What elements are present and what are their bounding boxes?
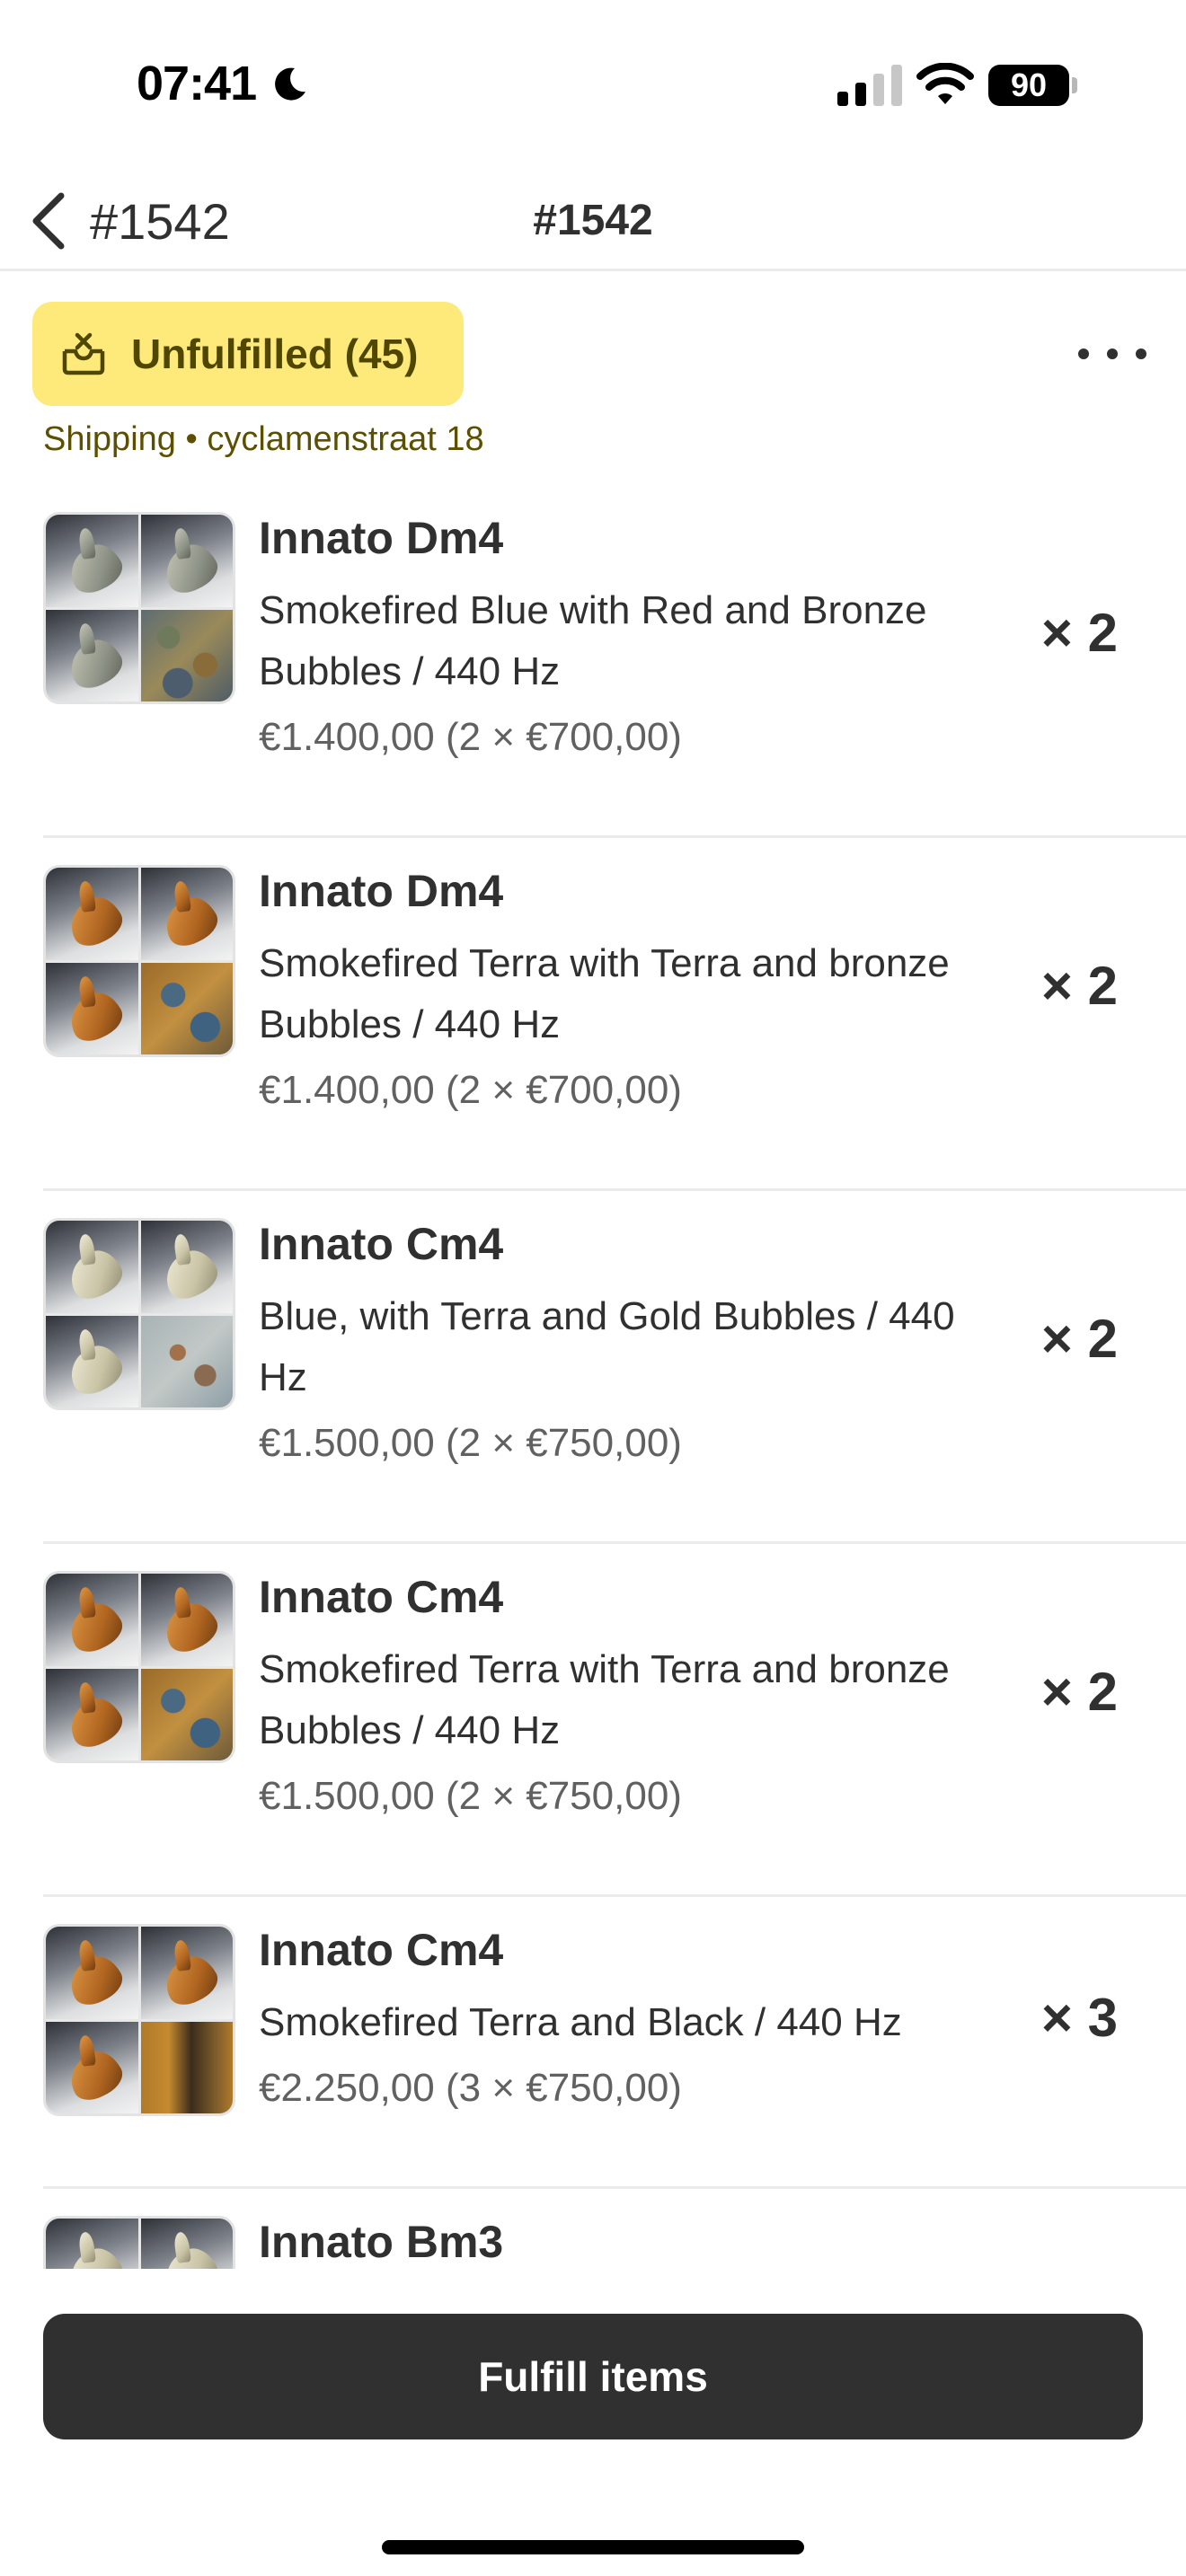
- line-item-price: €1.400,00 (2 × €700,00): [259, 715, 682, 759]
- line-item-price: €2.250,00 (3 × €750,00): [259, 2066, 682, 2110]
- line-item-price: €1.400,00 (2 × €700,00): [259, 1068, 682, 1112]
- status-badge: Unfulfilled (45): [32, 302, 464, 406]
- line-item-title: Innato Bm3: [259, 2217, 504, 2267]
- home-indicator[interactable]: [382, 2540, 804, 2554]
- fulfill-items-button[interactable]: Fulfill items: [43, 2314, 1143, 2439]
- product-thumbnail: [43, 865, 235, 1057]
- status-bar: 07:41 90: [0, 0, 1186, 171]
- chevron-left-icon: [32, 192, 65, 250]
- line-item[interactable]: Innato Cm4 Smokefired Terra with Terra an…: [0, 1544, 1186, 1897]
- more-options-button[interactable]: [1078, 334, 1146, 374]
- cellular-signal-icon: [837, 65, 902, 106]
- line-item-title: Innato Cm4: [259, 1219, 504, 1269]
- line-item-title: Innato Dm4: [259, 866, 504, 916]
- moon-icon: [275, 67, 305, 101]
- product-thumbnail: [43, 2216, 235, 2269]
- product-thumbnail: [43, 512, 235, 704]
- line-items-list[interactable]: Innato Dm4 Smokefired Blue with Red and B…: [0, 485, 1186, 2269]
- battery-icon: 90: [988, 65, 1078, 106]
- line-item-title: Innato Cm4: [259, 1572, 504, 1622]
- line-item-quantity: × 2: [1040, 956, 1118, 1016]
- line-item-quantity: × 2: [1040, 1309, 1118, 1369]
- status-time: 07:41: [137, 57, 257, 110]
- line-item-title: Innato Cm4: [259, 1925, 504, 1975]
- line-item[interactable]: Innato Bm3: [0, 2189, 1186, 2269]
- line-item-price: €1.500,00 (2 × €750,00): [259, 1774, 682, 1818]
- wifi-icon: [916, 63, 974, 104]
- back-label: #1542: [90, 192, 230, 250]
- footer: Fulfill items: [0, 2269, 1186, 2576]
- line-item[interactable]: Innato Cm4 Blue, with Terra and Gold Bubb…: [0, 1191, 1186, 1544]
- line-item-variant: Smokefired Terra and Black / 440 Hz: [259, 2000, 902, 2044]
- line-item-price: €1.500,00 (2 × €750,00): [259, 1421, 682, 1465]
- line-item[interactable]: Innato Dm4 Smokefired Terra with Terra an…: [0, 838, 1186, 1191]
- product-thumbnail: [43, 1218, 235, 1410]
- battery-level: 90: [988, 65, 1069, 106]
- unfulfilled-package-icon: [62, 332, 105, 375]
- ellipsis-icon: [1078, 348, 1089, 359]
- line-item-variant: Smokefired Blue with Red and Bronze Bubb…: [259, 588, 927, 693]
- line-item[interactable]: Innato Cm4 Smokefired Terra and Black / 4…: [0, 1897, 1186, 2189]
- status-badge-label: Unfulfilled (45): [131, 331, 419, 377]
- line-item-variant: Smokefired Terra with Terra and bronze B…: [259, 1647, 950, 1752]
- line-item-quantity: × 2: [1040, 1662, 1118, 1722]
- navigation-bar: #1542 #1542: [0, 171, 1186, 271]
- line-item-variant: Smokefired Terra with Terra and bronze B…: [259, 941, 950, 1046]
- product-thumbnail: [43, 1571, 235, 1763]
- back-button[interactable]: #1542: [27, 171, 230, 271]
- product-thumbnail: [43, 1924, 235, 2116]
- line-item-quantity: × 2: [1040, 603, 1118, 663]
- shipping-address: Shipping • cyclamenstraat 18: [43, 420, 484, 458]
- line-item-quantity: × 3: [1040, 1988, 1118, 2048]
- line-item-title: Innato Dm4: [259, 513, 504, 563]
- line-item[interactable]: Innato Dm4 Smokefired Blue with Red and B…: [0, 485, 1186, 838]
- line-item-variant: Blue, with Terra and Gold Bubbles / 440 …: [259, 1294, 955, 1399]
